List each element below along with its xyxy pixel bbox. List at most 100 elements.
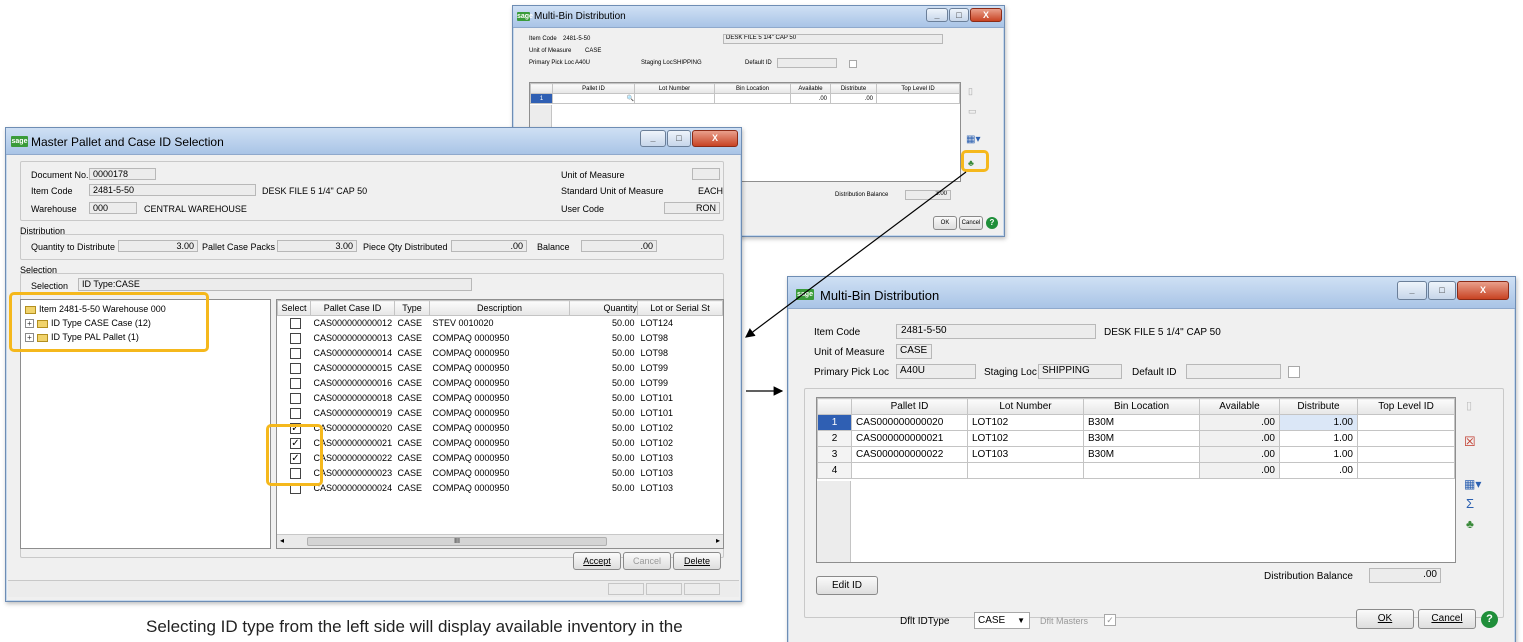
table-row[interactable]: CAS000000000015 CASE COMPAQ 0000950 50.00 LO… bbox=[278, 361, 723, 376]
table-row[interactable]: CAS000000000023 CASE COMPAQ 0000950 50.00 LO… bbox=[278, 466, 723, 481]
scroll-left-icon[interactable]: ◂ bbox=[280, 536, 284, 545]
table-row[interactable]: 2 CAS000000000021 LOT102 B30M .00 1.00 bbox=[817, 430, 1455, 447]
dflt-masters-checkbox[interactable]: ✓ bbox=[1104, 614, 1116, 626]
close-button[interactable]: X bbox=[1457, 281, 1509, 300]
horizontal-scrollbar[interactable]: ◂ III ▸ bbox=[277, 534, 723, 548]
distribute-cell[interactable]: .00 bbox=[830, 93, 877, 104]
table-row[interactable]: 1 🔍 .00 .00 bbox=[530, 93, 960, 104]
top-level-id-cell[interactable] bbox=[1357, 414, 1455, 431]
select-cell[interactable] bbox=[278, 391, 311, 406]
table-row[interactable]: ✓ CAS000000000022 CASE COMPAQ 0000950 50.00 L… bbox=[278, 451, 723, 466]
distribute-cell[interactable]: 1.00 bbox=[1279, 446, 1358, 463]
col-description[interactable]: Description bbox=[429, 300, 570, 316]
table-row[interactable]: CAS000000000016 CASE COMPAQ 0000950 50.00 LO… bbox=[278, 376, 723, 391]
default-id-checkbox[interactable] bbox=[1288, 366, 1300, 378]
edit-id-button[interactable]: Edit ID bbox=[816, 576, 878, 595]
col-pallet-id[interactable]: Pallet ID bbox=[552, 83, 635, 94]
customize-icon[interactable]: ▦▾ bbox=[966, 133, 980, 147]
scroll-thumb[interactable]: III bbox=[307, 537, 607, 546]
col-available[interactable]: Available bbox=[790, 83, 831, 94]
ok-button[interactable]: OK bbox=[1356, 609, 1414, 629]
table-row[interactable]: CAS000000000019 CASE COMPAQ 0000950 50.00 LO… bbox=[278, 406, 723, 421]
dflt-id-type-select[interactable]: CASE ▼ bbox=[974, 612, 1030, 629]
col-bin-location[interactable]: Bin Location bbox=[1083, 398, 1200, 415]
distribute-cell[interactable]: 1.00 bbox=[1279, 430, 1358, 447]
lot-number-cell[interactable]: LOT103 bbox=[967, 446, 1084, 463]
top-level-id-cell[interactable] bbox=[1357, 446, 1455, 463]
delete-icon[interactable]: ▭ bbox=[968, 104, 977, 118]
select-checkbox[interactable] bbox=[290, 392, 301, 404]
col-select[interactable]: Select bbox=[277, 300, 311, 316]
bin-location-cell[interactable]: B30M bbox=[1083, 414, 1200, 431]
col-lot-number[interactable]: Lot Number bbox=[634, 83, 715, 94]
select-checkbox[interactable] bbox=[290, 362, 301, 374]
table-row[interactable]: CAS000000000018 CASE COMPAQ 0000950 50.00 LO… bbox=[278, 391, 723, 406]
close-button[interactable]: X bbox=[970, 8, 1002, 22]
help-icon[interactable]: ? bbox=[1481, 611, 1498, 628]
top-level-id-cell[interactable] bbox=[1357, 430, 1455, 447]
select-checkbox[interactable] bbox=[290, 407, 301, 419]
col-top-level-id[interactable]: Top Level ID bbox=[876, 83, 960, 94]
col-top-level-id[interactable]: Top Level ID bbox=[1357, 398, 1455, 415]
pallet-id-cell[interactable]: CAS000000000020 bbox=[851, 414, 968, 431]
top-level-id-cell[interactable] bbox=[1357, 462, 1455, 479]
minimize-button[interactable]: _ bbox=[1397, 281, 1427, 300]
cancel-button[interactable]: Cancel bbox=[959, 216, 983, 230]
minimize-button[interactable]: _ bbox=[926, 8, 948, 22]
pallet-id-cell[interactable] bbox=[851, 462, 968, 479]
table-row[interactable]: 3 CAS000000000022 LOT103 B30M .00 1.00 bbox=[817, 446, 1455, 463]
pallet-id-cell[interactable]: CAS000000000022 bbox=[851, 446, 968, 463]
select-checkbox[interactable] bbox=[290, 332, 301, 344]
table-row[interactable]: ✓ CAS000000000021 CASE COMPAQ 0000950 50.00 L… bbox=[278, 436, 723, 451]
edit-icon[interactable]: ▯ bbox=[968, 84, 973, 98]
select-checkbox[interactable] bbox=[290, 347, 301, 359]
select-cell[interactable] bbox=[278, 331, 311, 346]
table-row[interactable]: CAS000000000013 CASE COMPAQ 0000950 50.00 LO… bbox=[278, 331, 723, 346]
top-level-cell[interactable] bbox=[876, 93, 960, 104]
table-row[interactable]: CAS000000000014 CASE COMPAQ 0000950 50.00 LO… bbox=[278, 346, 723, 361]
bin-cell[interactable] bbox=[714, 93, 791, 104]
default-id-field[interactable] bbox=[777, 58, 837, 68]
close-button[interactable]: X bbox=[692, 130, 738, 147]
col-pallet-id[interactable]: Pallet ID bbox=[851, 398, 968, 415]
bin-location-cell[interactable]: B30M bbox=[1083, 430, 1200, 447]
minimize-button[interactable]: _ bbox=[640, 130, 666, 147]
col-distribute[interactable]: Distribute bbox=[830, 83, 877, 94]
bin-location-cell[interactable]: B30M bbox=[1083, 446, 1200, 463]
col-quantity[interactable]: Quantity bbox=[569, 300, 638, 316]
col-type[interactable]: Type bbox=[394, 300, 430, 316]
lot-cell[interactable] bbox=[634, 93, 715, 104]
cancel-button[interactable]: Cancel bbox=[1418, 609, 1476, 629]
pallet-id-cell[interactable]: 🔍 bbox=[552, 93, 635, 104]
auto-distribute-icon[interactable]: ♣ bbox=[1466, 517, 1474, 531]
table-row[interactable]: 1 CAS000000000020 LOT102 B30M .00 1.00 bbox=[817, 414, 1455, 431]
select-cell[interactable] bbox=[278, 346, 311, 361]
default-id-field[interactable] bbox=[1186, 364, 1281, 379]
help-icon[interactable]: ? bbox=[986, 217, 998, 229]
edit-icon[interactable]: ▯ bbox=[1466, 399, 1472, 413]
table-row[interactable]: CAS000000000024 CASE COMPAQ 0000950 50.00 LO… bbox=[278, 481, 723, 496]
select-cell[interactable] bbox=[278, 361, 311, 376]
maximize-button[interactable]: □ bbox=[1428, 281, 1456, 300]
col-pallet-case-id[interactable]: Pallet Case ID bbox=[310, 300, 395, 316]
table-row[interactable]: 4 .00.00 bbox=[817, 462, 1455, 479]
col-bin-location[interactable]: Bin Location bbox=[714, 83, 791, 94]
customize-icon[interactable]: ▦▾ bbox=[1464, 477, 1481, 491]
delete-button[interactable]: Delete bbox=[673, 552, 721, 570]
col-lot-serial[interactable]: Lot or Serial St bbox=[637, 300, 723, 316]
col-lot-number[interactable]: Lot Number bbox=[967, 398, 1084, 415]
select-checkbox[interactable] bbox=[290, 317, 301, 329]
col-distribute[interactable]: Distribute bbox=[1279, 398, 1358, 415]
distribute-cell[interactable]: 1.00 bbox=[1279, 414, 1358, 431]
select-cell[interactable] bbox=[278, 406, 311, 421]
lookup-icon[interactable]: 🔍 bbox=[627, 96, 634, 102]
totals-icon[interactable]: Σ bbox=[1466, 497, 1474, 511]
select-cell[interactable] bbox=[278, 376, 311, 391]
col-available[interactable]: Available bbox=[1199, 398, 1280, 415]
scroll-right-icon[interactable]: ▸ bbox=[716, 536, 720, 545]
table-row[interactable]: ✓ CAS000000000020 CASE COMPAQ 0000950 50.00 L… bbox=[278, 421, 723, 436]
bin-location-cell[interactable] bbox=[1083, 462, 1200, 479]
chevron-down-icon[interactable]: ▼ bbox=[1017, 613, 1025, 628]
maximize-button[interactable]: □ bbox=[667, 130, 691, 147]
pallet-id-cell[interactable]: CAS000000000021 bbox=[851, 430, 968, 447]
